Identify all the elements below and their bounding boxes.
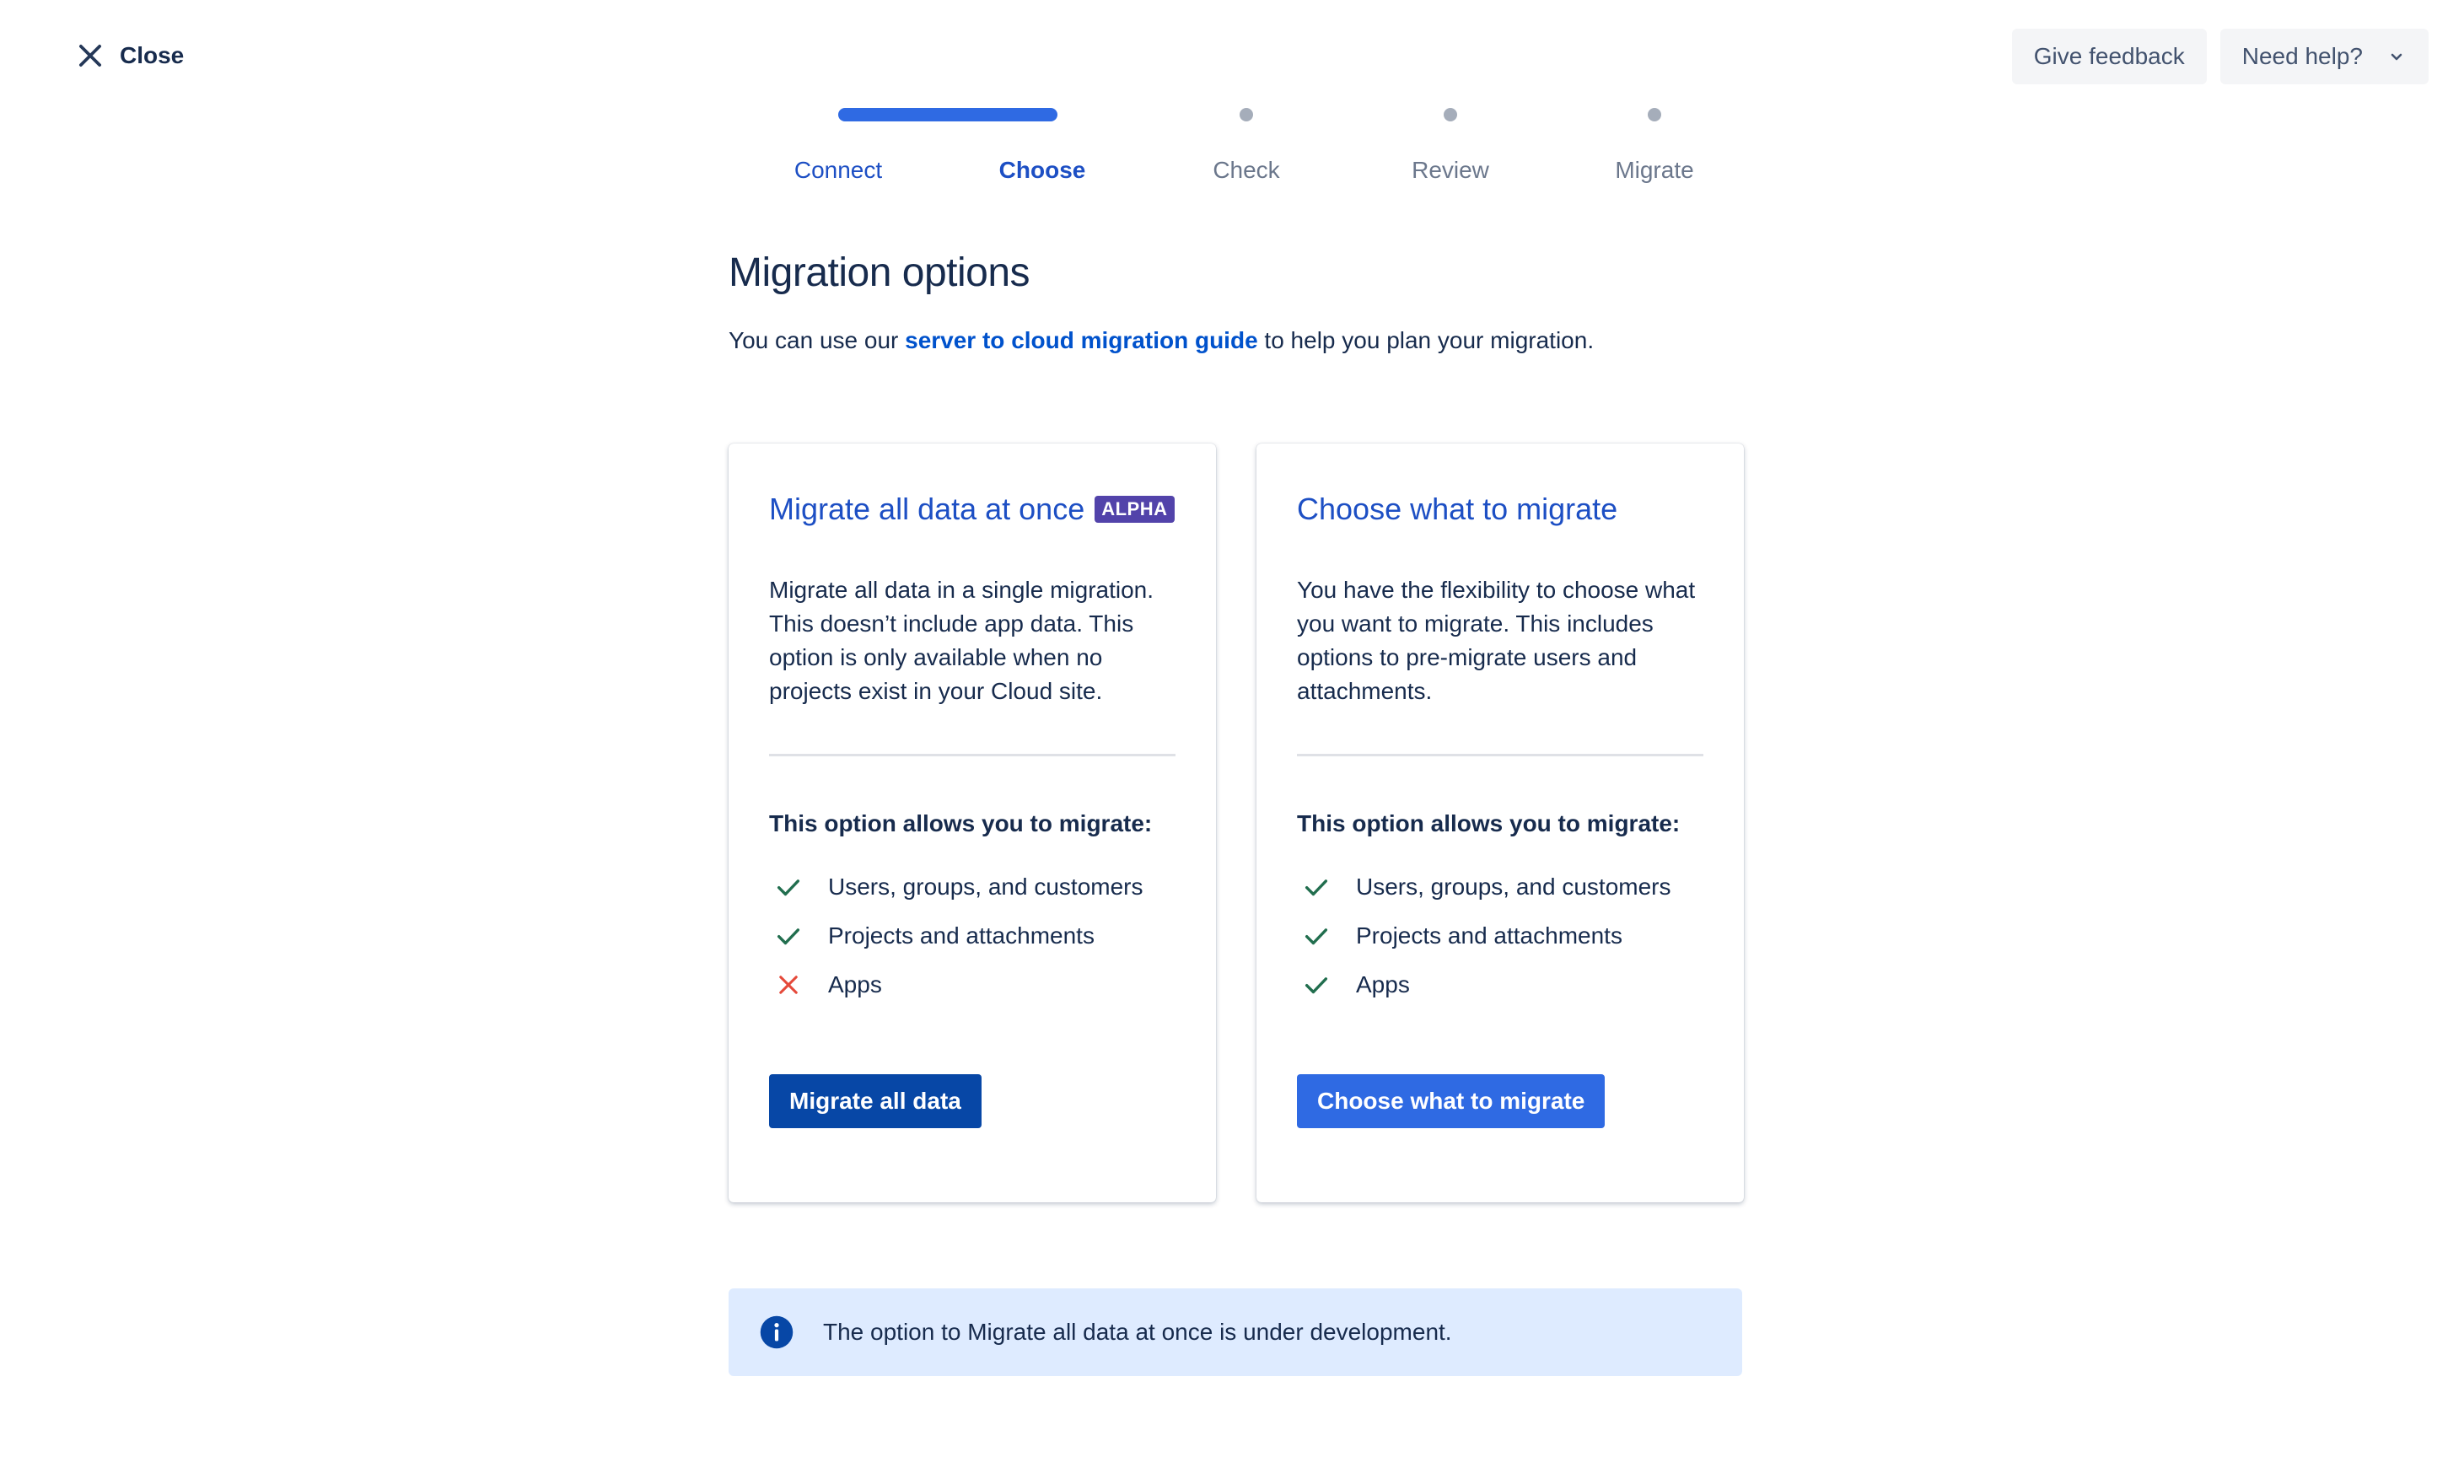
feature-item: Apps [769,960,1176,1009]
feature-list: Users, groups, and customers Projects an… [1297,863,1703,1009]
step-check: Check [1137,108,1356,196]
step-connect-label: Connect [794,157,883,183]
choose-what-to-migrate-button[interactable]: Choose what to migrate [1297,1074,1606,1128]
step-choose-label: Choose [998,157,1086,183]
migrate-all-data-button[interactable]: Migrate all data [769,1074,982,1128]
migrate-all-card: Migrate all data at once ALPHA Migrate a… [729,444,1216,1202]
card-description: You have the flexibility to choose what … [1297,577,1696,704]
intro-text: You can use our server to cloud migratio… [729,327,1594,354]
migration-guide-link[interactable]: server to cloud migration guide [905,327,1258,353]
feature-label: Apps [1356,971,1410,997]
card-title-text: Migrate all data at once [769,492,1085,526]
step-review-label: Review [1412,157,1489,183]
top-actions: Give feedback Need help? [2011,29,2429,84]
alpha-badge: ALPHA [1095,496,1175,523]
card-description: Migrate all data in a single migration. … [769,577,1154,704]
check-icon [777,928,800,945]
feature-item: Projects and attachments [769,911,1176,960]
step-check-dot [1240,108,1253,121]
chevron-down-icon [2391,53,2402,61]
check-icon [1305,977,1328,994]
page-title: Migration options [729,250,1030,295]
close-icon [79,45,101,67]
feature-label: Users, groups, and customers [1356,874,1671,900]
need-help-dropdown[interactable]: Need help? [2219,29,2429,84]
give-feedback-label: Give feedback [2033,43,2185,69]
card-divider [1297,754,1703,756]
step-migrate-label: Migrate [1615,157,1694,183]
feature-list: Users, groups, and customers Projects an… [769,863,1176,1009]
feature-label: Users, groups, and customers [828,874,1143,900]
feature-item: Users, groups, and customers [1297,863,1703,911]
cross-icon [779,976,798,994]
card-title: Migrate all data at once ALPHA [769,487,1176,531]
step-migrate-dot [1648,108,1661,121]
info-text: The option to Migrate all data at once i… [823,1319,1452,1345]
step-migrate: Migrate [1545,108,1764,196]
step-choose: Choose [838,108,1152,196]
card-divider [769,754,1176,756]
feature-item: Apps [1297,960,1703,1009]
intro-after: to help you plan your migration. [1257,327,1595,353]
close-button[interactable]: Close [74,34,184,78]
step-progress-bar [838,108,1057,121]
step-review: Review [1341,108,1560,196]
allows-title: This option allows you to migrate: [769,810,1153,836]
step-check-label: Check [1213,157,1280,183]
close-label: Close [120,42,185,68]
feature-item: Users, groups, and customers [769,863,1176,911]
feature-label: Projects and attachments [1356,922,1622,949]
check-icon [1305,879,1328,896]
step-review-dot [1444,108,1457,121]
check-icon [777,879,800,896]
progress-tracker: Connect Choose Check Review Migrate [729,108,1751,196]
info-icon [760,1315,794,1349]
card-title: Choose what to migrate [1297,487,1703,531]
intro-before: You can use our [729,327,906,353]
choose-what-card: Choose what to migrate You have the flex… [1256,444,1744,1202]
need-help-label: Need help? [2241,43,2363,69]
allows-title: This option allows you to migrate: [1297,810,1681,836]
give-feedback-button[interactable]: Give feedback [2011,29,2207,84]
feature-label: Apps [828,971,882,997]
info-banner: The option to Migrate all data at once i… [729,1288,1742,1376]
card-title-text: Choose what to migrate [1297,492,1618,526]
feature-item: Projects and attachments [1297,911,1703,960]
check-icon [1305,928,1328,945]
feature-label: Projects and attachments [828,922,1095,949]
